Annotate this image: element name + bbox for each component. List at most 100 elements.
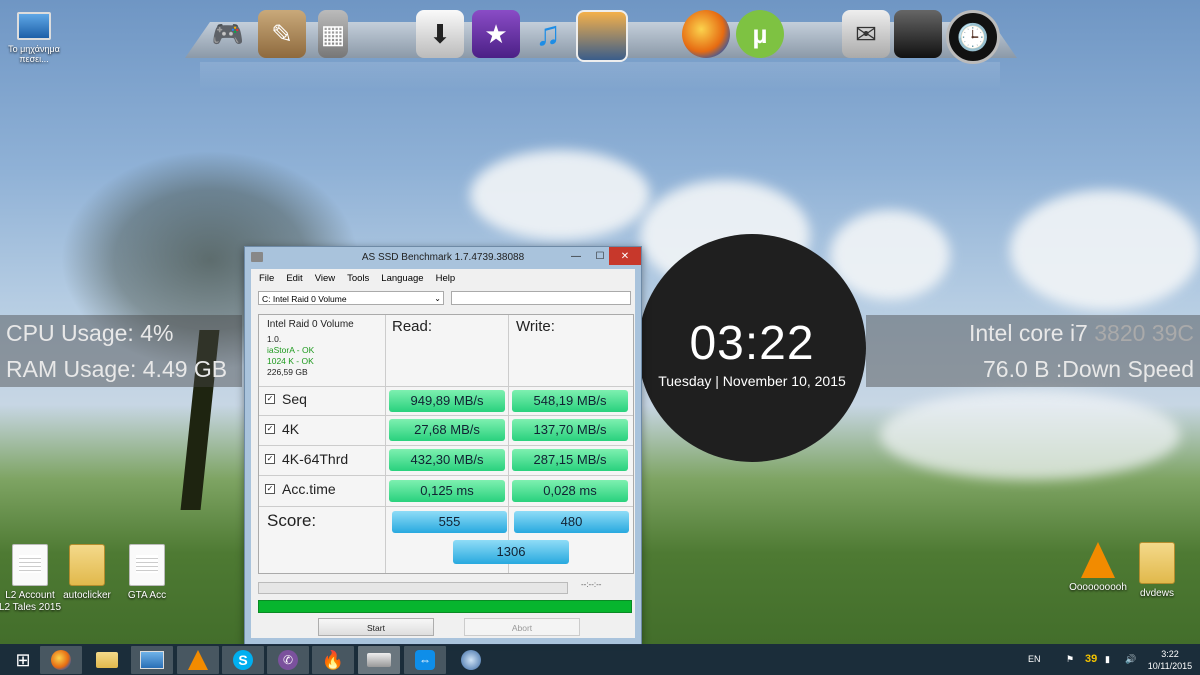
- firefox-icon[interactable]: [682, 10, 730, 58]
- desktop-icon-label: Το μηχάνημα πεσει...: [8, 44, 60, 64]
- row-label: 4K-64Thrd: [282, 451, 349, 467]
- steam-icon[interactable]: [894, 10, 942, 58]
- volume-icon[interactable]: 🔊: [1125, 654, 1136, 665]
- write-header: Write:: [516, 318, 555, 335]
- 4k64-read-value: 432,30 MB/s: [389, 449, 505, 471]
- language-indicator[interactable]: EN: [1028, 654, 1041, 664]
- abort-button[interactable]: Abort: [464, 618, 580, 636]
- photos-icon[interactable]: [576, 10, 628, 62]
- desktop-icon-label: GTA Acc: [127, 590, 167, 601]
- taskbar-date: 10/11/2015: [1147, 661, 1193, 671]
- checkbox[interactable]: ✓: [265, 484, 275, 494]
- cpu-name: Intel core i7: [968, 320, 1088, 346]
- checkbox[interactable]: ✓: [265, 394, 275, 404]
- mail-icon[interactable]: ✉: [842, 10, 890, 58]
- acc-write-value: 0,028 ms: [512, 480, 628, 502]
- menu-bar: File Edit View Tools Language Help: [251, 269, 635, 287]
- 4k-write-value: 137,70 MB/s: [512, 419, 628, 441]
- row-4k[interactable]: ✓ 4K: [265, 421, 299, 437]
- start-button-windows-icon[interactable]: ⊞: [2, 646, 44, 674]
- dock-reflection: [200, 62, 1000, 90]
- score-total-value: 1306: [453, 540, 569, 564]
- text-file-icon: [12, 544, 48, 586]
- taskbar: ⊞ S ✆ 🔥 ⇔ EN ⚑ 39 ▮ 🔊 3:22 10/11/2015: [0, 644, 1200, 675]
- drive-version: 1.0.: [267, 334, 282, 344]
- score-read-value: 555: [392, 511, 507, 533]
- checkbox[interactable]: ✓: [265, 424, 275, 434]
- row-4k-64thrd[interactable]: ✓ 4K-64Thrd: [265, 451, 348, 467]
- downloads-icon[interactable]: ⬇: [416, 10, 464, 58]
- folder-icon: [1139, 542, 1175, 584]
- gamepad-icon[interactable]: 🎮: [204, 10, 252, 58]
- menu-tools[interactable]: Tools: [347, 273, 369, 284]
- desktop-icon-gta-acc[interactable]: GTA Acc: [107, 544, 187, 601]
- row-label: Seq: [282, 391, 307, 407]
- clock-time: 03:22: [689, 317, 815, 370]
- taskbar-drive-benchmark-icon[interactable]: [358, 646, 400, 674]
- text-file-icon: [129, 544, 165, 586]
- calculator-icon[interactable]: ▦: [318, 10, 348, 58]
- taskbar-skype-icon[interactable]: S: [222, 646, 264, 674]
- taskbar-remote-desktop-icon[interactable]: [131, 646, 173, 674]
- results-grid: Intel Raid 0 Volume 1.0. iaStorA - OK 10…: [258, 314, 634, 574]
- window-titlebar[interactable]: AS SSD Benchmark 1.7.4739.38088 — ☐ ✕: [245, 247, 641, 269]
- row-seq[interactable]: ✓ Seq: [265, 391, 307, 407]
- taskbar-firefox-icon[interactable]: [40, 646, 82, 674]
- read-header: Read:: [392, 318, 433, 335]
- close-button[interactable]: ✕: [609, 247, 641, 265]
- row-acc-time[interactable]: ✓ Acc.time: [265, 481, 336, 497]
- benchmark-window: AS SSD Benchmark 1.7.4739.38088 — ☐ ✕ Fi…: [244, 246, 642, 645]
- drive-info: Intel Raid 0 Volume 1.0. iaStorA - OK 10…: [267, 319, 354, 378]
- test-progress-bar: [258, 582, 568, 594]
- vlc-icon: [1081, 542, 1115, 578]
- network-icon[interactable]: ▮: [1105, 654, 1110, 665]
- cloud: [470, 150, 650, 240]
- menu-help[interactable]: Help: [436, 273, 456, 284]
- menu-file[interactable]: File: [259, 273, 274, 284]
- start-button[interactable]: Start: [318, 618, 434, 636]
- info-field: [451, 291, 631, 305]
- ram-usage-text: RAM Usage: 4.49 GB: [6, 356, 228, 382]
- cloud: [1010, 190, 1200, 310]
- movies-icon[interactable]: ★: [472, 10, 520, 58]
- taskbar-file-explorer-icon[interactable]: [86, 646, 128, 674]
- 4k-read-value: 27,68 MB/s: [389, 419, 505, 441]
- system-stats-right: Intel core i7 3820 39C 76.0 B :Down Spee…: [866, 315, 1200, 387]
- overall-progress-bar: [258, 600, 632, 613]
- taskbar-teamviewer-icon[interactable]: ⇔: [404, 646, 446, 674]
- minimize-button[interactable]: —: [563, 247, 589, 265]
- driver-status: iaStorA - OK: [267, 345, 315, 355]
- menu-edit[interactable]: Edit: [286, 273, 302, 284]
- taskbar-time: 3:22: [1161, 649, 1179, 659]
- cloud: [880, 390, 1180, 480]
- computer-icon: [17, 12, 51, 40]
- taskbar-vlc-icon[interactable]: [177, 646, 219, 674]
- clock-icon[interactable]: 🕒: [946, 10, 1000, 64]
- progress-time: --:--:--: [581, 580, 602, 589]
- taskbar-flame-icon[interactable]: 🔥: [312, 646, 354, 674]
- acc-read-value: 0,125 ms: [389, 480, 505, 502]
- seq-write-value: 548,19 MB/s: [512, 390, 628, 412]
- utorrent-icon[interactable]: µ: [736, 10, 784, 58]
- taskbar-media-player-icon[interactable]: [450, 646, 492, 674]
- drive-name: Intel Raid 0 Volume: [267, 319, 354, 330]
- menu-language[interactable]: Language: [381, 273, 423, 284]
- drive-select-value: C: Intel Raid 0 Volume: [262, 294, 347, 304]
- drive-select[interactable]: C: Intel Raid 0 Volume ⌄: [258, 291, 444, 305]
- taskbar-viber-icon[interactable]: ✆: [267, 646, 309, 674]
- row-label: 4K: [282, 421, 300, 437]
- chevron-down-icon: ⌄: [434, 294, 441, 303]
- music-icon[interactable]: ♫: [524, 10, 572, 58]
- desktop-icon-computer[interactable]: Το μηχάνημα πεσει...: [0, 12, 74, 64]
- app-store-icon[interactable]: ✎: [258, 10, 306, 58]
- menu-view[interactable]: View: [315, 273, 335, 284]
- tray-flag-icon[interactable]: ⚑: [1066, 654, 1074, 665]
- checkbox[interactable]: ✓: [265, 454, 275, 464]
- taskbar-clock[interactable]: 3:22 10/11/2015: [1145, 648, 1195, 672]
- system-stats-left: CPU Usage: 4% RAM Usage: 4.49 GB: [0, 315, 242, 387]
- tray-number[interactable]: 39: [1085, 653, 1097, 665]
- desktop-icon-dvdews[interactable]: dvdews: [1117, 542, 1197, 599]
- drive-size: 226,59 GB: [267, 367, 308, 377]
- score-label: Score:: [267, 511, 317, 530]
- clock-widget: 03:22 Tuesday | November 10, 2015: [638, 234, 866, 462]
